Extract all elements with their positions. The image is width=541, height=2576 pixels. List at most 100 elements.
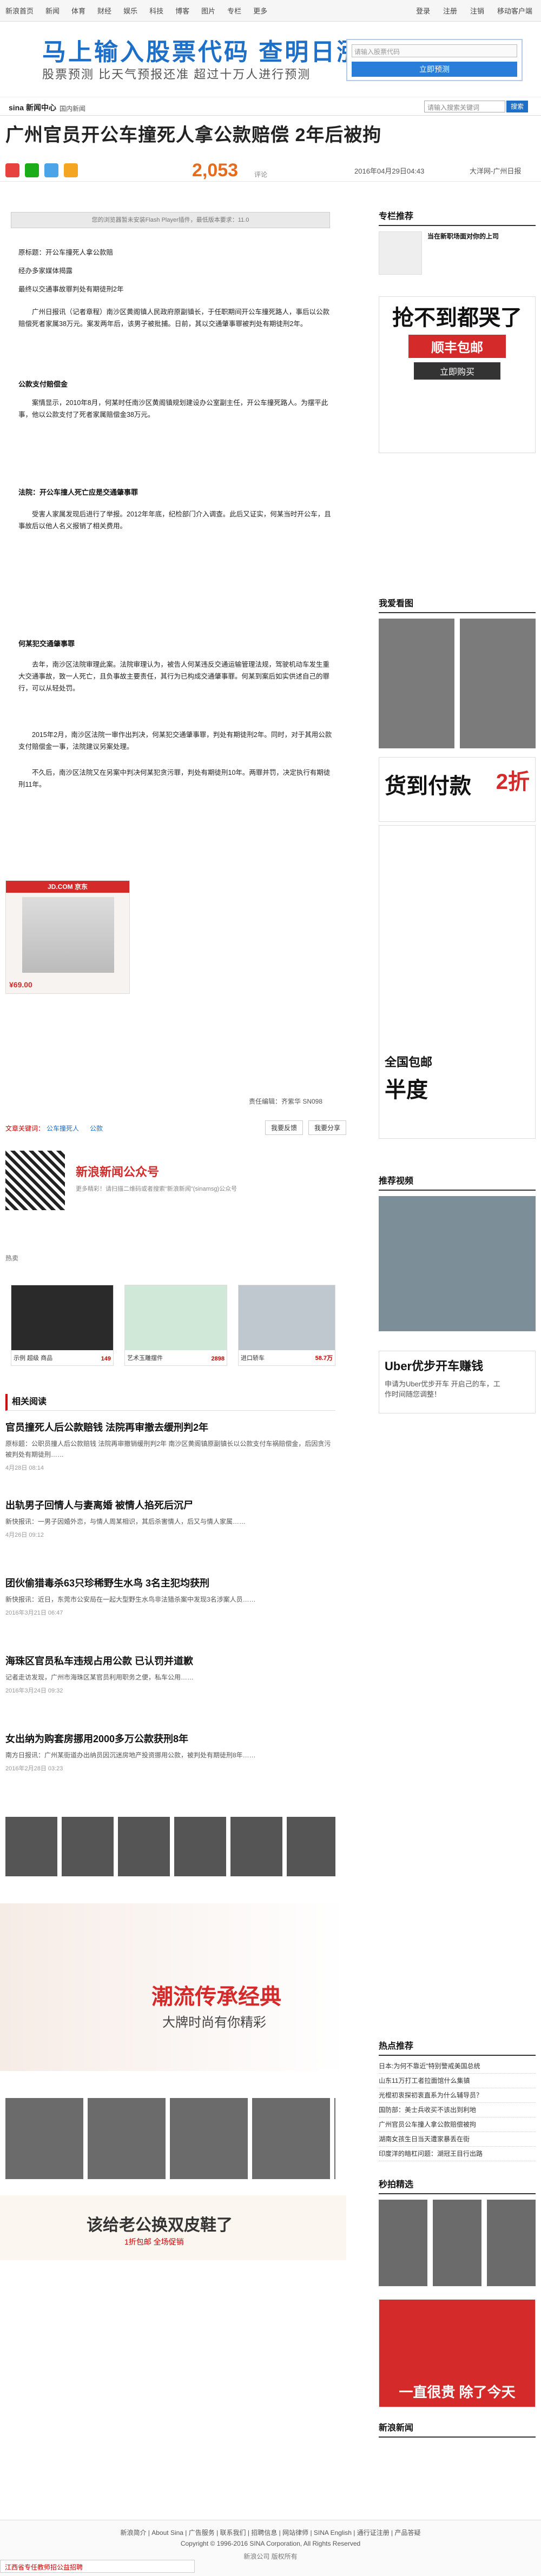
hot-item[interactable]: 日本:为何不靠近"特别警戒美国总统 xyxy=(379,2059,536,2074)
footer-links[interactable]: 新浪简介 | About Sina | 广告服务 | 联系我们 | 招聘信息 |… xyxy=(0,2528,541,2537)
wechat-desc: 更多精彩！请扫描二维码或者搜索"新浪新闻"(sinamsg)公众号 xyxy=(76,1186,237,1192)
hot-item[interactable]: 光棍初衷探初衷直系为什么辅导员？ xyxy=(379,2088,536,2103)
login-link[interactable]: 登录 xyxy=(416,5,430,16)
uber-ad-sub: 申请为Uber优步开车 开启己的车，工作时间随您调整！ xyxy=(385,1380,500,1398)
hot-item[interactable]: 印度洋的暗杠问题：湖冠王目行出路 xyxy=(379,2147,536,2161)
breadcrumb[interactable]: 国内新闻 xyxy=(60,104,85,113)
flash-notice: 您的浏览器暂未安装Flash Player插件，最低版本要求：11.0 xyxy=(11,212,330,228)
bottom-ad[interactable]: 一直很贵 除了今天 xyxy=(379,2299,536,2407)
wechat-icon[interactable] xyxy=(25,163,39,177)
article-paragraph: 2015年2月，南沙区法院一审作出判决，何某犯交通肇事罪，判处有期徒刑2年。同时… xyxy=(18,731,332,751)
related-meta: 4月28日 08:14 xyxy=(5,1465,44,1471)
share-icons xyxy=(5,163,78,177)
bottom-float-ad[interactable]: 江西省专任教师招公益招聘 xyxy=(0,2560,195,2573)
editor-line: 责任编辑：齐紫华 SN098 xyxy=(249,1098,323,1105)
search-button[interactable]: 搜索 xyxy=(506,101,528,112)
belt-ad-cta: 立即购买 xyxy=(414,362,500,380)
weibo-icon[interactable] xyxy=(5,163,19,177)
column-recommend: 专栏推荐 当在新职场面对你的上司 xyxy=(379,209,536,275)
shoe-ad-title: 全国包邮 xyxy=(385,1055,433,1069)
top-nav-link[interactable]: 新闻 xyxy=(45,5,60,16)
video-thumb[interactable] xyxy=(379,1196,536,1331)
top-nav-link[interactable]: 科技 xyxy=(149,5,163,16)
hot-item[interactable]: 湖南女孩生日当天遭家暴丢在街 xyxy=(379,2132,536,2147)
stock-code-input[interactable]: 请输入股票代码 xyxy=(352,44,517,57)
belt-ad[interactable]: 抢不到都哭了 顺丰包邮 立即购买 xyxy=(379,296,536,453)
top-nav-link[interactable]: 博客 xyxy=(175,5,189,16)
shoes-ad-sub: 1折包邮 全场促销 xyxy=(124,2238,184,2246)
photo-strip[interactable] xyxy=(5,1817,335,1876)
comment-count[interactable]: 2,053 xyxy=(192,160,238,181)
article-source[interactable]: 大洋网-广州日报 xyxy=(470,165,521,176)
related-item[interactable]: 海珠区官员私车违规占用公款 已认罚并道歉 记者走访发现，广州市海珠区某官员利用职… xyxy=(5,1654,335,1695)
qq-icon[interactable] xyxy=(44,163,58,177)
related-headline[interactable]: 女出纳为购套房挪用2000多万公款获刑8年 xyxy=(5,1731,335,1745)
shop-name: 示例 超级 商品 xyxy=(14,1355,53,1362)
mobile-client-link[interactable]: 移动客户端 xyxy=(497,5,532,16)
sina-news-box: 新浪新闻 xyxy=(379,2420,536,2438)
bottom-ad-text: 一直很贵 除了今天 xyxy=(399,2384,516,2400)
publish-date: 2016年04月29日04:43 xyxy=(354,167,425,175)
column-thumb[interactable] xyxy=(379,231,422,275)
top-nav-link[interactable]: 体育 xyxy=(71,5,85,16)
uber-ad[interactable]: Uber优步开车赚钱 申请为Uber优步开车 开启己的车，工作时间随您调整！ xyxy=(379,1351,536,1413)
jd-price: ¥69.00 xyxy=(9,980,32,989)
stock-banner-ad[interactable]: 马上输入股票代码 查明日涨跌 股票预测 比天气预报还准 超过十万人进行预测 请输… xyxy=(0,26,541,97)
fashion-ad-title: 潮流传承经典 xyxy=(151,1985,281,2009)
shoes-ad[interactable]: 该给老公换双皮鞋了 1折包邮 全场促销 xyxy=(0,2195,346,2260)
sina-news-heading: 新浪新闻 xyxy=(379,2420,536,2438)
shop-card[interactable]: 艺术玉雕摆件 2898 xyxy=(124,1285,227,1366)
top-nav-link[interactable]: 财经 xyxy=(97,5,111,16)
photo-grid[interactable] xyxy=(5,2098,335,2179)
related-item[interactable]: 团伙偷猎毒杀63只珍稀野生水鸟 3名主犯均获刑 新快报讯：近日，东莞市公安局在一… xyxy=(5,1576,335,1617)
keyword-link[interactable]: 公款 xyxy=(90,1124,103,1133)
watch-pics-grid[interactable] xyxy=(379,619,536,748)
top-nav-right: 登录 注册 注销 移动客户端 xyxy=(416,5,532,16)
related-summary: 原标题：公职员撞人后公款赔钱 法院再审撤销缓刑判2年 南沙区黄阁镇原副镇长以公款… xyxy=(5,1440,331,1458)
jd-ad[interactable]: JD.COM 京东 ¥69.00 xyxy=(5,880,130,994)
share-button[interactable]: 我要分享 xyxy=(308,1120,347,1135)
feedback-button[interactable]: 我要反馈 xyxy=(265,1120,304,1135)
keyword-link[interactable]: 公车撞死人 xyxy=(47,1124,79,1133)
register-link[interactable]: 注册 xyxy=(443,5,457,16)
belt-ad-sub: 顺丰包邮 xyxy=(408,335,506,358)
banner-form: 请输入股票代码 立即预测 xyxy=(346,39,523,81)
product-ad[interactable]: 全国包邮 半度 xyxy=(379,825,536,1139)
cod-ad[interactable]: 货到付款 2折 xyxy=(379,757,536,822)
hot-item[interactable]: 山东11万打工者拉面馆什么集镇 xyxy=(379,2074,536,2088)
hot-item[interactable]: 国防部：美士兵收买不该出到利地 xyxy=(379,2103,536,2117)
shop-name: 进口轿车 xyxy=(241,1355,265,1362)
article-paragraph: 广州日报讯（记者章程）南沙区黄阁镇人民政府原副镇长，于任职期间开公车撞死路人，事… xyxy=(18,308,330,328)
predict-button[interactable]: 立即预测 xyxy=(352,62,517,77)
related-headline[interactable]: 出轨男子回情人与妻离婚 被情人掐死后沉尸 xyxy=(5,1498,335,1512)
watch-pics-heading: 我爱看图 xyxy=(379,596,536,613)
top-nav-left: 新浪首页 新闻 体育 财经 娱乐 科技 博客 图片 专栏 更多 xyxy=(5,5,267,16)
column-item-title[interactable]: 当在新职场面对你的上司 xyxy=(427,231,499,275)
qzone-icon[interactable] xyxy=(64,163,78,177)
top-nav-link[interactable]: 更多 xyxy=(253,5,267,16)
pic-select-grid[interactable] xyxy=(379,2200,536,2286)
jd-product-image xyxy=(22,897,114,973)
hot-item[interactable]: 广州官员公车撞人拿公款赔偿被拘 xyxy=(379,2117,536,2132)
logout-link[interactable]: 注销 xyxy=(470,5,484,16)
shop-card[interactable]: 示例 超级 商品 149 xyxy=(11,1285,114,1366)
top-nav-link[interactable]: 图片 xyxy=(201,5,215,16)
top-nav-link[interactable]: 娱乐 xyxy=(123,5,137,16)
related-headline[interactable]: 海珠区官员私车违规占用公款 已认罚并道歉 xyxy=(5,1654,335,1668)
article-paragraph: 受害人家属发现后进行了举报。2012年年底，纪检部门介入调查。此后又证实，何某当… xyxy=(18,510,331,530)
comment-label[interactable]: 评论 xyxy=(254,170,267,179)
top-nav-link[interactable]: 新浪首页 xyxy=(5,5,34,16)
top-nav-link[interactable]: 专栏 xyxy=(227,5,241,16)
related-item[interactable]: 官员撞死人后公款赔钱 法院再审撤去缓刑判2年 原标题：公职员撞人后公款赔钱 法院… xyxy=(5,1420,335,1472)
uber-ad-title: Uber优步开车赚钱 xyxy=(385,1359,484,1373)
related-headline[interactable]: 团伙偷猎毒杀63只珍稀野生水鸟 3名主犯均获刑 xyxy=(5,1576,335,1590)
fashion-ad[interactable]: 潮流传承经典 大牌时尚有你精彩 xyxy=(0,1903,346,2071)
article-paragraph: 原标题：开公车撞死人拿公款赔 xyxy=(18,249,114,256)
shop-card[interactable]: 进口轿车 58.7万 xyxy=(238,1285,335,1366)
related-headline[interactable]: 官员撞死人后公款赔钱 法院再审撤去缓刑判2年 xyxy=(5,1420,335,1434)
related-summary: 新快报讯：一男子因婚外恋，与情人周某相识，其后杀害情人，后又与情人家属…… xyxy=(5,1518,246,1525)
search-input[interactable]: 请输入搜索关键词 xyxy=(424,101,505,112)
related-item[interactable]: 女出纳为购套房挪用2000多万公款获刑8年 南方日报讯：广州某街道办出纳员因沉迷… xyxy=(5,1731,335,1772)
related-item[interactable]: 出轨男子回情人与妻离婚 被情人掐死后沉尸 新快报讯：一男子因婚外恋，与情人周某相… xyxy=(5,1498,335,1539)
sina-logo[interactable]: sina 新闻中心 xyxy=(6,102,56,113)
